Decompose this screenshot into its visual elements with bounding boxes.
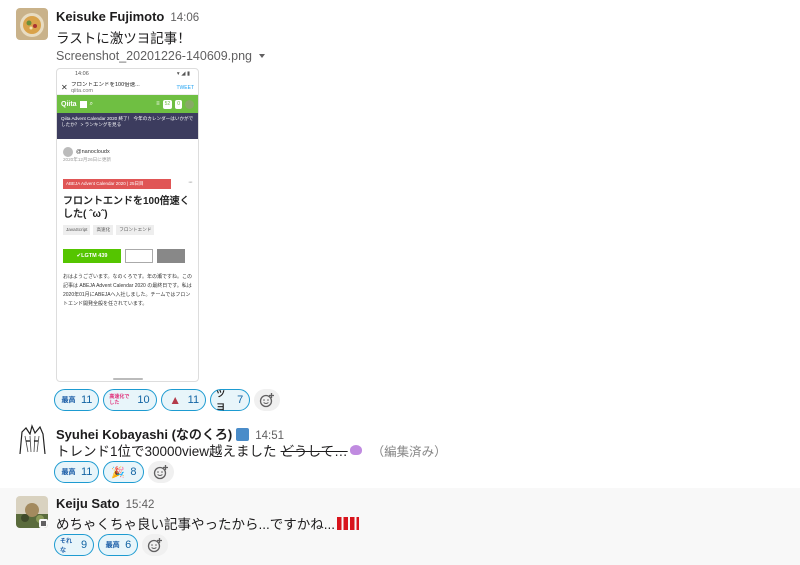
article-body: おはようございます。なのくろです。年の瀬ですね。この記事は ABEJA Adve… (63, 274, 193, 307)
message-text: めちゃくちゃ良い記事やったから...ですかね... (56, 513, 360, 533)
kousokuka-icon: 高速化でした (109, 394, 130, 406)
reaction-count: 11 (81, 394, 93, 406)
reactions: 最高 11 高速化でした 10 ▲ 11 ツヨ 7 (54, 389, 281, 412)
reaction-kami[interactable]: 最高 6 (98, 534, 139, 556)
kami-icon: 最高 (61, 397, 76, 404)
reaction-tent[interactable]: ▲ 11 (160, 389, 207, 411)
edited-label: （編集済み） (371, 444, 447, 459)
tsuyo-icon: ツヨ (216, 389, 226, 412)
tag-chips: JavaScript 高速化 フロントエンド (57, 221, 198, 235)
reactions: 最高 11 🎉 8 (54, 461, 174, 483)
browser-url-bar: ✕ フロントエンドを100倍速... qiita.com TWEET (57, 81, 198, 95)
chip: JavaScript (63, 225, 91, 235)
user-avatar-icon (185, 99, 194, 109)
scroll-indicator (113, 378, 143, 380)
reaction-count: 10 (137, 394, 150, 406)
avatar[interactable] (16, 424, 48, 456)
file-name-label: Screenshot_20201226-140609.png (56, 49, 253, 63)
add-reaction-icon (153, 465, 168, 480)
reaction-party[interactable]: 🎉 8 (103, 461, 144, 483)
add-reaction-button[interactable] (147, 461, 174, 483)
menu-icon: ≡ (156, 101, 160, 107)
file-name[interactable]: Screenshot_20201226-140609.png (56, 49, 266, 63)
message-text: ラストに激ツヨ記事！ (56, 31, 191, 46)
advent-tag: ABEJA Advent Calendar 2020 | 25日目 (63, 179, 171, 189)
kami-icon: 最高 (105, 542, 120, 549)
reaction-kami[interactable]: 最高 11 (54, 461, 100, 483)
message-text: トレンド1位で30000view越えました どうして… （編集済み） (56, 440, 447, 460)
stock-icon (125, 249, 153, 263)
share-icon (157, 249, 185, 263)
url-host: qiita.com (71, 87, 94, 94)
author-name[interactable]: Keiju Sato (56, 496, 120, 511)
reaction-kousokuka[interactable]: 高速化でした 10 (103, 389, 157, 411)
plus-icon (79, 100, 87, 108)
phone-status-icons: ▾ ◢ ▮ (176, 71, 190, 77)
article-actions: ✔LGTM 439 (57, 235, 198, 263)
chevron-down-icon[interactable] (259, 54, 266, 58)
contribution-pill: 52 (162, 99, 173, 109)
avatar[interactable] (16, 496, 48, 528)
timestamp[interactable]: 15:42 (126, 499, 155, 511)
sweat-emoji-icon (349, 445, 362, 455)
url-info: フロントエンドを100倍速... qiita.com (71, 82, 177, 94)
message-body: めちゃくちゃ良い記事やったから...ですかね... (56, 517, 336, 532)
reaction-count: 11 (187, 394, 200, 406)
strikethrough-text: どうして… (280, 444, 348, 459)
presence-icon (39, 519, 48, 528)
qiita-header: Qiita ⌕ ≡ 52 0 (57, 95, 198, 113)
more-icon: ··· (188, 179, 193, 186)
message-3: Keiju Sato 15:42 めちゃくちゃ良い記事やったから...ですかね.… (0, 488, 800, 565)
timestamp[interactable]: 14:06 (170, 12, 199, 24)
message-body: トレンド1位で30000view越えました (56, 444, 277, 459)
article-date: 2020年12月26日に更新 (63, 157, 112, 162)
lgtm-button: ✔LGTM 439 (63, 249, 121, 263)
phone-time: 14:06 (75, 71, 89, 77)
author-avatar-icon (63, 147, 73, 157)
tent-icon: ▲ (169, 393, 182, 407)
reaction-count: 11 (81, 466, 93, 478)
article-author: @nanocloudx (57, 139, 198, 157)
article-title: フロントエンドを100倍速くした( ˆωˆ) (63, 196, 190, 220)
party-icon: 🎉 (111, 466, 125, 479)
qiita-logo: Qiita (61, 100, 77, 108)
reactions: それな 9 最高 6 (54, 534, 169, 556)
reaction-count: 9 (81, 539, 88, 551)
calendar-banner: Qiita Advent Calendar 2020 終了！ 今年のカレンダーは… (57, 113, 198, 139)
add-reaction-button[interactable] (254, 389, 281, 411)
reaction-tsuyo[interactable]: ツヨ 7 (210, 389, 251, 412)
reaction-count: 8 (130, 466, 137, 478)
search-icon: ⌕ (89, 100, 93, 107)
message-2: Syuhei Kobayashi (なのくろ) 14:51 トレンド1位で300… (0, 416, 800, 488)
message-1: Keisuke Fujimoto 14:06 ラストに激ツヨ記事！ Screen… (0, 0, 800, 416)
avatar[interactable] (16, 8, 48, 40)
author-handle: @nanocloudx (76, 149, 110, 155)
shout-emoji-icon (337, 516, 360, 530)
author-name[interactable]: Keisuke Fujimoto (56, 9, 164, 24)
sorena-icon: それな (60, 539, 73, 554)
add-reaction-icon (148, 538, 163, 553)
kami-icon: 最高 (61, 469, 76, 476)
reaction-count: 6 (125, 539, 132, 551)
reaction-kami[interactable]: 最高 11 (54, 389, 100, 411)
close-icon: ✕ (61, 83, 68, 92)
image-preview[interactable]: 14:06 ▾ ◢ ▮ ✕ フロントエンドを100倍速... qiita.com… (56, 68, 199, 382)
chip: 高速化 (93, 225, 114, 235)
phone-status-bar: 14:06 ▾ ◢ ▮ (57, 69, 198, 81)
chip: フロントエンド (116, 225, 155, 235)
add-reaction-icon (260, 393, 275, 408)
add-reaction-button[interactable] (142, 534, 169, 556)
reaction-count: 7 (237, 394, 244, 406)
notification-pill: 0 (175, 99, 182, 109)
tweet-label: TWEET (176, 84, 195, 91)
reaction-sorena[interactable]: それな 9 (54, 534, 95, 556)
